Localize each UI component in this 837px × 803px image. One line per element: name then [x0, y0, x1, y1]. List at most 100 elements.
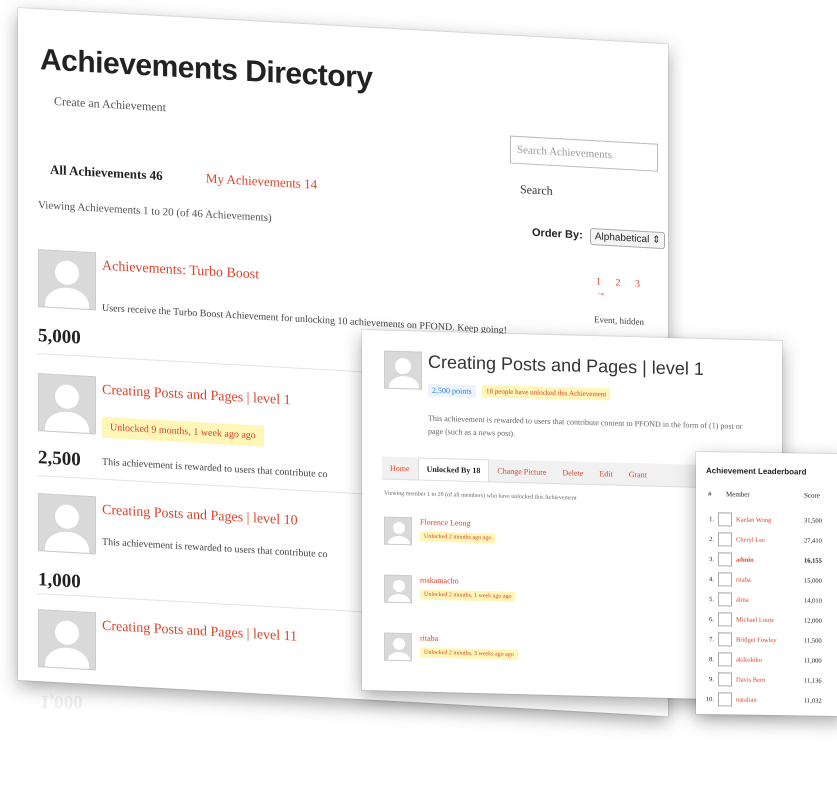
member-avatar[interactable]: [718, 632, 732, 647]
rank: 4.: [709, 576, 714, 584]
order-by: Order By: Alphabetical ⇕: [532, 225, 666, 250]
member-name-link[interactable]: Michael Louie: [736, 617, 774, 625]
reflection-points: 1,000: [40, 691, 83, 712]
member-avatar[interactable]: [384, 516, 412, 546]
member-score: 11,136: [804, 677, 822, 685]
list-item: Achievements: Turbo Boost Users receive …: [38, 249, 644, 349]
member-score: 27,410: [804, 537, 822, 545]
member-score: 15,000: [804, 577, 822, 585]
member-score: 16,155: [804, 557, 822, 565]
rank: 9.: [709, 676, 714, 684]
member-avatar[interactable]: [718, 552, 732, 567]
order-by-label: Order By:: [532, 226, 583, 242]
member-avatar[interactable]: [718, 612, 732, 627]
points-badge: 2,500 points: [428, 383, 476, 398]
order-by-value: Alphabetical: [594, 231, 650, 246]
member-avatar[interactable]: [718, 512, 732, 527]
list-item: Creating Posts and Pages | level 1 Unloc…: [38, 373, 327, 480]
member-avatar[interactable]: [384, 632, 412, 662]
rank: 7.: [709, 636, 714, 644]
member-name-link[interactable]: ritaba: [736, 577, 751, 584]
tab-delete[interactable]: Delete: [554, 462, 591, 484]
member-avatar[interactable]: [718, 652, 732, 667]
achievement-points: 2,500: [38, 447, 81, 471]
member-name-link[interactable]: Kaelan Wong: [736, 517, 771, 524]
achievement-points: 1,000: [38, 569, 81, 593]
unlocked-badge: Unlocked 2 months, 1 week ago ago: [420, 589, 516, 603]
rank: 6.: [709, 616, 714, 624]
achievement-title-link[interactable]: Achievements: Turbo Boost: [102, 259, 259, 284]
achievement-description: This achievement is rewarded to users th…: [102, 536, 328, 561]
unlocked-badge: Unlocked 2 months ago ago: [420, 531, 496, 544]
tab-change-picture[interactable]: Change Picture: [489, 460, 554, 483]
viewing-count: Viewing Achievements 1 to 20 (of 46 Achi…: [38, 199, 272, 225]
achievement-tabs: All Achievements 46 My Achievements 14: [50, 162, 317, 193]
list-item: Creating Posts and Pages | level 10 This…: [38, 493, 327, 593]
unlocked-badge: Unlocked 2 months, 3 weeks ago ago: [420, 647, 518, 661]
member-name-link[interactable]: natalian: [736, 697, 757, 704]
order-by-select[interactable]: Alphabetical ⇕: [589, 227, 666, 250]
member-name-link[interactable]: Bridget Fowley: [736, 637, 777, 645]
table-row: 9. Davis Bern 11,136: [704, 670, 834, 692]
tab-grant[interactable]: Grant: [621, 464, 655, 486]
search-button[interactable]: Search: [520, 182, 553, 199]
rank: 5.: [709, 596, 714, 604]
pagination[interactable]: 1 2 3 →: [596, 276, 668, 302]
tab-home[interactable]: Home: [382, 458, 418, 480]
table-row: 2. Cheryl Lee 27,410: [704, 530, 834, 552]
member-score: 11,032: [804, 697, 822, 705]
member-avatar[interactable]: [718, 672, 732, 687]
tab-all-achievements[interactable]: All Achievements 46: [50, 162, 163, 183]
achievement-image: [384, 350, 422, 390]
table-row: 5. alma 14,010: [704, 590, 834, 612]
list-item: ritaba Unlocked 2 months, 3 weeks ago ag…: [384, 632, 518, 662]
table-row: 8. akikokiko 11,000: [704, 650, 834, 672]
member-avatar[interactable]: [384, 574, 412, 604]
achievement-detail-description: This achievement is rewarded to users th…: [428, 413, 743, 439]
achievement-image[interactable]: [38, 609, 96, 671]
member-name-link[interactable]: admin: [736, 557, 754, 564]
member-avatar[interactable]: [718, 532, 732, 547]
member-name-link[interactable]: Davis Bern: [736, 677, 765, 684]
achievement-image[interactable]: [38, 373, 96, 435]
achievement-detail-title: Creating Posts and Pages | level 1: [428, 351, 704, 379]
rank: 8.: [709, 656, 714, 664]
achievement-description: This achievement is rewarded to users th…: [102, 456, 328, 481]
table-row: 1. Kaelan Wong 31,500: [704, 510, 834, 532]
rank: 3.: [709, 556, 714, 564]
member-name-link[interactable]: makamacho: [420, 576, 459, 586]
tab-edit[interactable]: Edit: [591, 463, 620, 485]
achievement-title-link[interactable]: Creating Posts and Pages | level 10: [102, 503, 298, 530]
member-name-link[interactable]: ritaba: [420, 634, 438, 643]
col-score: Score: [804, 491, 820, 500]
table-row: 10. natalian 11,032: [704, 690, 834, 712]
member-avatar[interactable]: [718, 692, 732, 707]
list-item: Florence Leong Unlocked 2 months ago ago: [384, 516, 496, 546]
member-name-link[interactable]: Cheryl Lee: [736, 537, 765, 544]
member-avatar[interactable]: [718, 592, 732, 607]
tab-my-achievements[interactable]: My Achievements 14: [206, 171, 317, 192]
rank: 2.: [709, 536, 714, 544]
list-item: makamacho Unlocked 2 months, 1 week ago …: [384, 574, 516, 604]
col-rank: #: [708, 490, 712, 499]
member-score: 11,500: [804, 637, 822, 645]
achievement-title-link[interactable]: Creating Posts and Pages | level 11: [102, 619, 297, 646]
leaderboard-panel: Achievement Leaderboard # Member Score 1…: [696, 452, 837, 717]
leaderboard-title: Achievement Leaderboard: [706, 466, 807, 477]
achievement-points: 5,000: [38, 325, 81, 349]
member-score: 31,500: [804, 517, 822, 525]
col-member: Member: [726, 490, 750, 499]
achievement-title-link[interactable]: Creating Posts and Pages | level 1: [102, 383, 291, 410]
tab-unlocked-by[interactable]: Unlocked By 18: [417, 457, 490, 482]
list-item: Creating Posts and Pages | level 11: [38, 609, 297, 671]
member-name-link[interactable]: Florence Leong: [420, 518, 470, 528]
achievement-tags: Event, hidden: [594, 314, 644, 327]
member-avatar[interactable]: [718, 572, 732, 587]
achievement-image[interactable]: [38, 493, 96, 555]
table-row: 7. Bridget Fowley 11,500: [704, 630, 834, 652]
member-name-link[interactable]: alma: [736, 597, 749, 604]
achievement-image[interactable]: [38, 249, 96, 311]
member-name-link[interactable]: akikokiko: [736, 657, 762, 664]
table-row: 3. admin 16,155: [704, 550, 834, 572]
member-viewing-count: Viewing member 1 to 20 (of all members) …: [384, 490, 577, 502]
